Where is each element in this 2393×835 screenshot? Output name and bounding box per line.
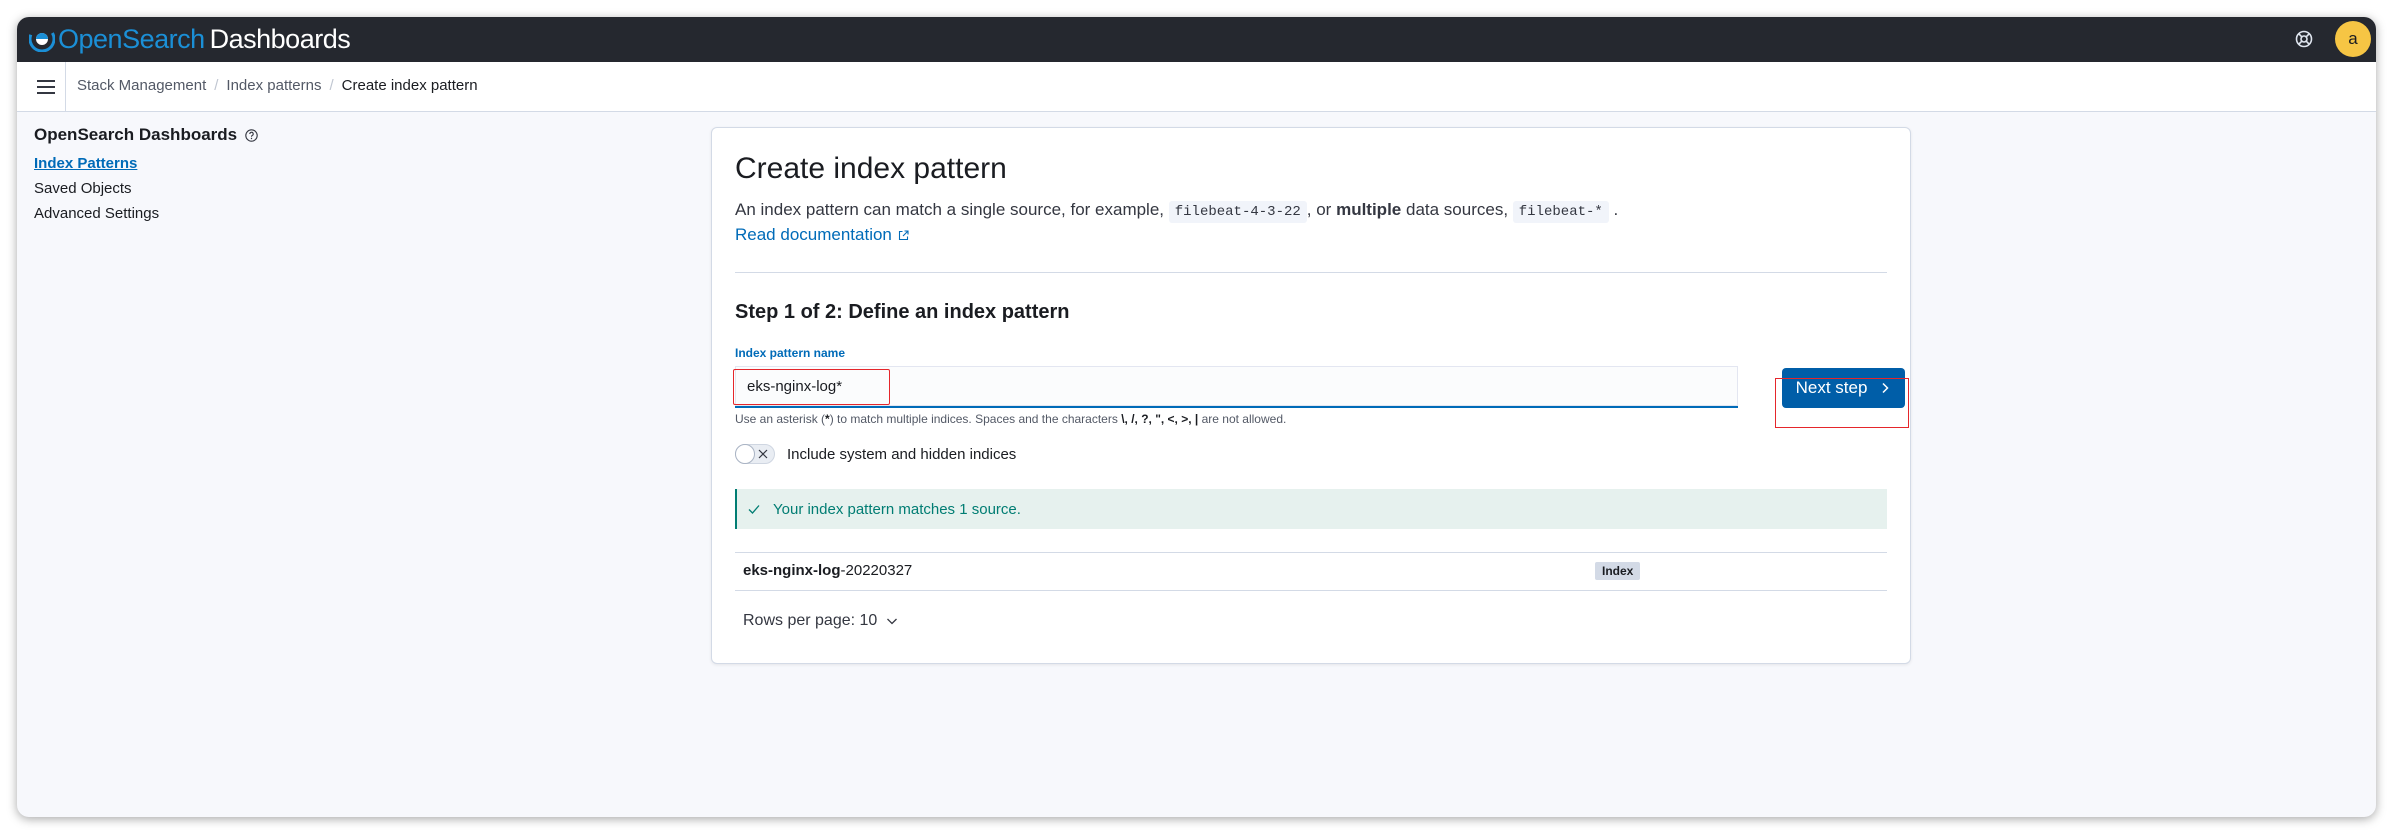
- breadcrumb-separator: /: [214, 77, 219, 94]
- menu-divider: [65, 62, 66, 111]
- help-text-part: ) to match multiple indices. Spaces and …: [829, 412, 1118, 426]
- logo-open: Open: [58, 23, 123, 54]
- include-hidden-indices-toggle[interactable]: [735, 444, 775, 464]
- sidebar-title: OpenSearch Dashboards: [34, 125, 258, 145]
- help-text-part: are not allowed.: [1201, 412, 1287, 426]
- breadcrumb-separator: /: [329, 77, 334, 94]
- check-icon: [748, 505, 760, 514]
- breadcrumb-bar: Stack Management / Index patterns / Crea…: [17, 62, 2376, 112]
- desc-text: data sources,: [1405, 200, 1509, 219]
- help-text-part: Use an asterisk (: [735, 412, 826, 426]
- next-step-button[interactable]: Next step: [1782, 368, 1905, 408]
- rows-per-page-button[interactable]: Rows per page: 10: [743, 612, 898, 630]
- logo-text: OpenSearch Dashboards: [58, 23, 351, 55]
- desc-text: , or: [1306, 200, 1332, 219]
- index-name-rest: -20220327: [840, 562, 913, 579]
- breadcrumb-index-patterns[interactable]: Index patterns: [226, 77, 321, 94]
- index-badge: Index: [1595, 562, 1641, 580]
- app-window: OpenSearch Dashboards a Stack Management …: [17, 17, 2376, 817]
- chevron-right-icon: [1882, 382, 1889, 394]
- breadcrumb-stack-management[interactable]: Stack Management: [77, 77, 206, 94]
- hidden-indices-toggle-row: Include system and hidden indices: [735, 444, 1016, 464]
- breadcrumb: Stack Management / Index patterns / Crea…: [77, 77, 478, 94]
- toggle-label: Include system and hidden indices: [787, 445, 1017, 463]
- hamburger-icon: [37, 80, 55, 94]
- example-code-multiple: filebeat-*: [1512, 201, 1609, 223]
- next-step-label: Next step: [1795, 378, 1868, 397]
- sidebar-item-index-patterns[interactable]: Index Patterns: [34, 155, 258, 172]
- rows-per-page-label: Rows per page: 10: [743, 612, 878, 629]
- question-icon[interactable]: [245, 128, 258, 142]
- desc-text: .: [1613, 200, 1619, 219]
- index-pattern-input[interactable]: [735, 366, 1738, 406]
- table-row: eks-nginx-log-20220327 Index: [735, 553, 1887, 591]
- example-code-single: filebeat-4-3-22: [1168, 201, 1307, 223]
- help-forbidden-chars: \, /, ?, ", <, >, |: [1121, 412, 1199, 426]
- sidebar-item-saved-objects[interactable]: Saved Objects: [34, 180, 258, 197]
- help-menu-icon[interactable]: [2294, 29, 2314, 49]
- sidebar-title-text: OpenSearch Dashboards: [34, 125, 238, 144]
- top-header: OpenSearch Dashboards a: [17, 17, 2376, 62]
- breadcrumb-current: Create index pattern: [341, 77, 478, 94]
- page-title: Create index pattern: [735, 152, 1007, 185]
- match-message: Your index pattern matches 1 source.: [773, 500, 1021, 518]
- create-index-pattern-panel: Create index pattern An index pattern ca…: [711, 127, 1911, 664]
- section-divider: [735, 272, 1887, 273]
- sidebar-item-advanced-settings[interactable]: Advanced Settings: [34, 205, 258, 222]
- opensearch-logo-icon: [29, 26, 55, 52]
- page-description: An index pattern can match a single sour…: [735, 200, 1619, 223]
- desc-bold: multiple: [1336, 200, 1402, 219]
- input-help-text: Use an asterisk (*) to match multiple in…: [735, 412, 1286, 426]
- external-link-icon: [898, 229, 909, 240]
- toggle-knob: [735, 444, 755, 464]
- user-avatar[interactable]: a: [2335, 21, 2371, 57]
- doc-link-text: Read documentation: [735, 225, 892, 244]
- match-success-callout: Your index pattern matches 1 source.: [735, 489, 1887, 529]
- step-title: Step 1 of 2: Define an index pattern: [735, 301, 1070, 323]
- index-pattern-name-label: Index pattern name: [735, 346, 846, 360]
- logo-dashboards: Dashboards: [209, 23, 351, 54]
- menu-toggle-button[interactable]: [33, 74, 59, 100]
- index-pattern-input-wrapper: [735, 366, 1738, 408]
- cross-icon: [758, 449, 768, 459]
- sidebar: OpenSearch Dashboards Index Patterns Sav…: [34, 125, 258, 222]
- opensearch-logo[interactable]: OpenSearch Dashboards: [29, 21, 351, 57]
- read-documentation-link[interactable]: Read documentation: [735, 225, 909, 245]
- logo-search: Search: [122, 23, 205, 54]
- index-name: eks-nginx-log-20220327: [743, 562, 912, 579]
- index-name-match: eks-nginx-log: [743, 562, 841, 579]
- desc-text: An index pattern can match a single sour…: [735, 200, 1165, 219]
- chevron-down-icon: [887, 618, 898, 625]
